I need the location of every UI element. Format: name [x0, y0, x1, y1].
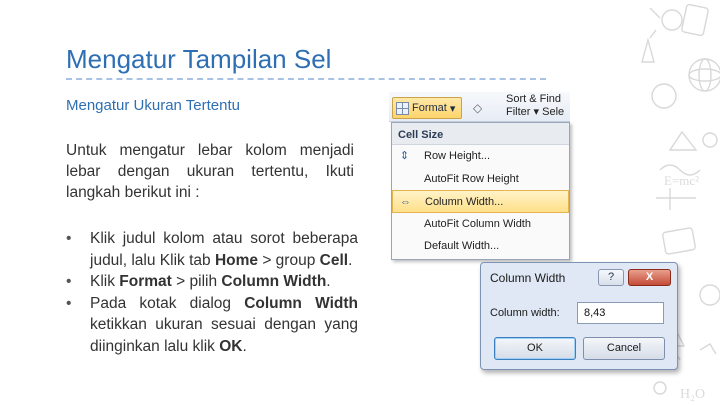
steps-list: • Klik judul kolom atau sorot beberapa j… — [66, 228, 358, 357]
list-item: • Pada kotak dialog Column Width ketikka… — [66, 294, 358, 355]
help-button[interactable]: ? — [598, 269, 624, 286]
eraser-icon[interactable]: ◇ — [473, 101, 482, 115]
list-item: • Klik Format > pilih Column Width. — [66, 271, 358, 293]
menu-item-default-width[interactable]: Default Width... — [392, 235, 569, 258]
close-button[interactable]: X — [628, 269, 671, 286]
bullet-icon: • — [66, 273, 72, 290]
table-format-icon — [396, 101, 409, 115]
menu-item-row-height[interactable]: ⇕ Row Height... — [392, 145, 569, 168]
menu-item-column-width[interactable]: ⇔ Column Width... — [392, 190, 569, 213]
format-dropdown-menu: Cell Size ⇕ Row Height... AutoFit Row He… — [391, 122, 570, 260]
bullet-icon: • — [66, 294, 72, 312]
column-width-label: Column width: — [490, 307, 560, 319]
svg-text:H₂O: H₂O — [680, 387, 705, 402]
bullet-icon: • — [66, 230, 72, 247]
list-item: • Klik judul kolom atau sorot beberapa j… — [66, 230, 358, 269]
row-height-icon: ⇕ — [399, 150, 410, 162]
dialog-title: Column Width — [490, 271, 566, 285]
sort-filter-find-group[interactable]: Sort & Find Filter ▾ Sele — [506, 93, 564, 119]
slide-title: Mengatur Tampilan Sel — [66, 44, 332, 74]
menu-item-autofit-row-height[interactable]: AutoFit Row Height — [392, 168, 569, 191]
cancel-button[interactable]: Cancel — [583, 337, 665, 360]
svg-text:E=mc²: E=mc² — [664, 173, 699, 188]
title-divider — [66, 78, 546, 80]
column-width-dialog: Column Width ? X Column width: OK Cancel — [480, 262, 678, 370]
dropdown-arrow-icon: ▾ — [449, 102, 456, 115]
column-width-input[interactable] — [577, 302, 664, 324]
slide: E=mc² H₂O Mengatur Tampilan Sel Mengatur… — [0, 0, 720, 405]
column-width-icon: ⇔ — [400, 196, 411, 208]
dropdown-arrow-icon: ▾ — [533, 106, 540, 118]
slide-subtitle: Mengatur Ukuran Tertentu — [66, 97, 240, 114]
intro-paragraph: Untuk mengatur lebar kolom menjadi lebar… — [66, 142, 354, 201]
menu-item-autofit-column-width[interactable]: AutoFit Column Width — [392, 213, 569, 236]
ok-button[interactable]: OK — [494, 337, 576, 360]
menu-section-header: Cell Size — [392, 123, 569, 145]
format-button[interactable]: Format ▾ — [392, 97, 462, 119]
